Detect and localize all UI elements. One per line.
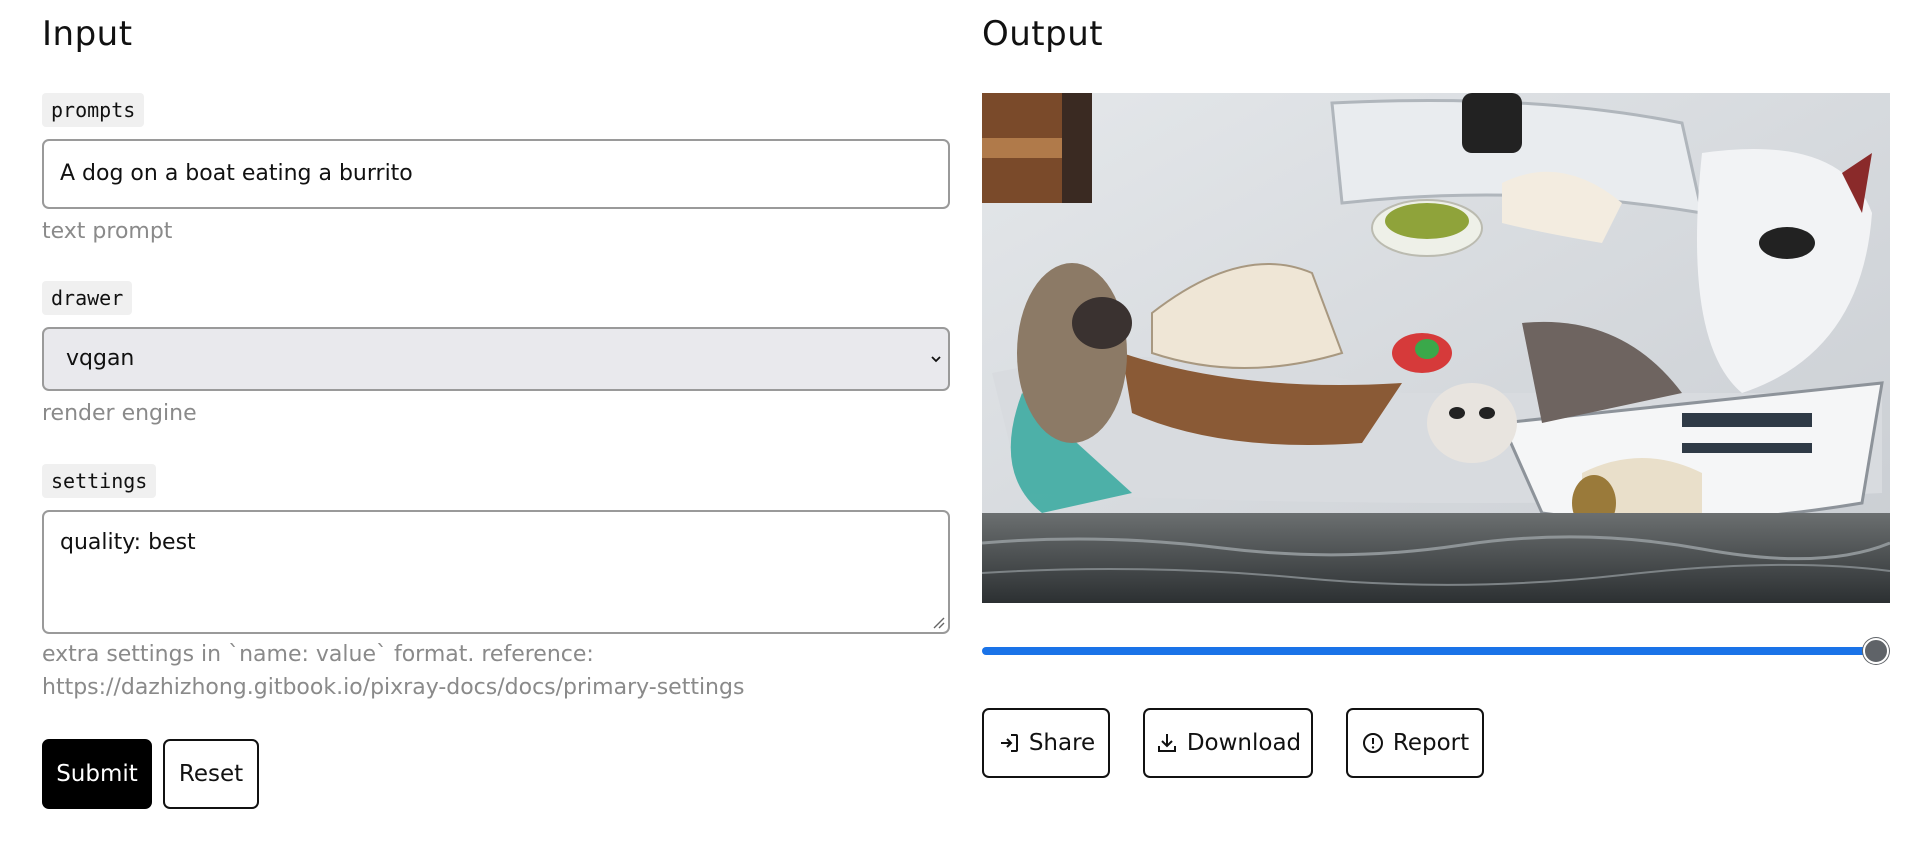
download-label: Download [1186, 730, 1302, 756]
settings-textarea[interactable]: quality: best [42, 510, 950, 634]
generated-image [982, 93, 1890, 603]
settings-hint: extra settings in `name: value` format. … [42, 642, 745, 700]
prompts-input[interactable]: A dog on a boat eating a burrito [42, 139, 950, 209]
prompts-hint: text prompt [42, 219, 173, 244]
slider-track[interactable] [982, 647, 1876, 655]
prompts-label: prompts [42, 93, 145, 127]
slider-thumb[interactable] [1863, 638, 1889, 664]
alert-circle-icon [1362, 733, 1383, 753]
download-icon [1157, 734, 1176, 752]
generated-image-art [982, 93, 1890, 603]
input-title: Input [42, 14, 133, 54]
submit-button[interactable]: Submit [42, 739, 152, 809]
share-label: Share [1028, 730, 1096, 756]
chevron-down-icon [931, 356, 941, 363]
resize-grip-icon[interactable] [929, 613, 945, 629]
output-title: Output [982, 14, 1104, 54]
drawer-hint: render engine [42, 401, 197, 426]
reset-button[interactable]: Reset [163, 739, 259, 809]
settings-value: quality: best [60, 530, 196, 555]
drawer-selected-value: vqgan [66, 346, 135, 371]
drawer-select[interactable]: vqgan [42, 327, 950, 391]
report-label: Report [1392, 730, 1470, 756]
download-button[interactable]: Download [1143, 708, 1313, 778]
settings-label: settings [42, 464, 157, 498]
share-icon [1000, 734, 1018, 752]
report-button[interactable]: Report [1346, 708, 1484, 778]
drawer-label: drawer [42, 281, 133, 315]
share-button[interactable]: Share [982, 708, 1110, 778]
